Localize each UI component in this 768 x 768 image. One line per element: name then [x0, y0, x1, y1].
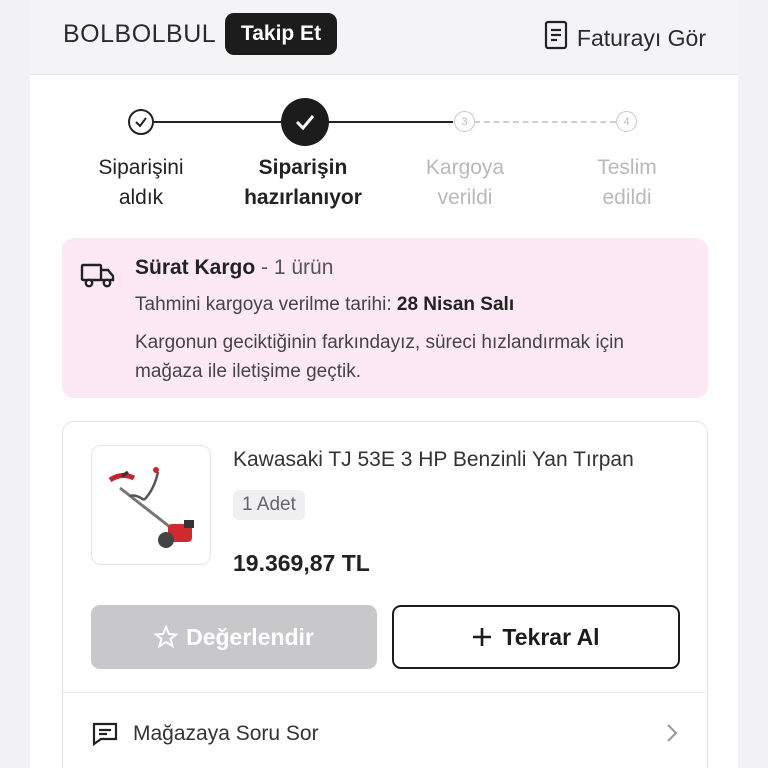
step-done-check-icon — [128, 109, 154, 135]
rate-button[interactable]: Değerlendir — [91, 605, 377, 669]
product-price: 19.369,87 TL — [233, 550, 370, 576]
brush-cutter-image — [108, 467, 194, 548]
plus-icon — [473, 628, 492, 646]
view-invoice-label: Faturayı Gör — [576, 24, 706, 51]
step-label-preparing: Siparişin hazırlanıyor — [218, 153, 388, 213]
estimated-ship-date: Tahmini kargoya verilme tarihi: 28 Nisan… — [135, 294, 514, 316]
reorder-button[interactable]: Tekrar Al — [392, 605, 680, 669]
shipping-info-box: Sürat Kargo - 1 ürün Tahmini kargoya ver… — [62, 238, 708, 398]
step-connector — [327, 121, 453, 123]
shipping-carrier: Sürat Kargo - 1 ürün — [135, 256, 333, 280]
quantity-badge: 1 Adet — [233, 490, 305, 520]
step-label-line: Kargoya — [425, 156, 505, 179]
product-image[interactable] — [91, 445, 211, 565]
star-icon — [154, 625, 179, 649]
divider — [63, 692, 707, 693]
step-active-check-icon — [281, 98, 329, 146]
order-status-stepper: 3 4 Siparişini aldık Siparişin hazırlanı… — [30, 95, 738, 225]
chat-icon — [92, 722, 118, 747]
product-title[interactable]: Kawasaki TJ 53E 3 HP Benzinli Yan Tırpan — [233, 448, 634, 472]
step-label-shipped: Kargoya verildi — [380, 153, 550, 213]
truck-icon — [80, 263, 115, 288]
invoice-icon — [543, 20, 569, 56]
step-label-line: aldık — [118, 186, 164, 209]
rate-label: Değerlendir — [186, 623, 314, 650]
step-number-4: 4 — [616, 111, 637, 132]
step-label-delivered: Teslim edildi — [542, 153, 712, 213]
chevron-right-icon — [667, 724, 678, 742]
ship-date-label: Tahmini kargoya verilme tarihi: — [135, 294, 392, 315]
step-label-line: verildi — [437, 186, 493, 209]
step-label-line: Siparişini — [98, 156, 184, 179]
delay-note: Kargonun geciktiğinin farkındayız, sürec… — [135, 332, 624, 382]
step-label-line: edildi — [602, 186, 652, 209]
ask-store-row[interactable]: Mağazaya Soru Sor — [91, 714, 681, 754]
step-label-line: Siparişin — [258, 156, 348, 179]
step-connector — [474, 121, 616, 123]
step-label-line: hazırlanıyor — [244, 186, 362, 209]
store-name[interactable]: BOLBOLBUL — [63, 20, 216, 49]
step-number-3: 3 — [454, 111, 475, 132]
view-invoice-link[interactable]: Faturayı Gör — [543, 20, 706, 56]
carrier-name: Sürat Kargo — [135, 256, 256, 279]
ship-date-value: 28 Nisan Salı — [396, 294, 515, 315]
ask-store-label: Mağazaya Soru Sor — [133, 722, 319, 745]
item-count: - 1 ürün — [261, 256, 334, 279]
step-connector — [154, 121, 284, 123]
step-label-line: Teslim — [597, 156, 657, 179]
step-label-received: Siparişini aldık — [56, 153, 226, 213]
follow-button[interactable]: Takip Et — [225, 13, 337, 55]
store-header: BOLBOLBUL Takip Et Faturayı Gör — [30, 0, 738, 75]
product-card: Kawasaki TJ 53E 3 HP Benzinli Yan Tırpan… — [62, 421, 708, 768]
reorder-label: Tekrar Al — [502, 623, 600, 650]
